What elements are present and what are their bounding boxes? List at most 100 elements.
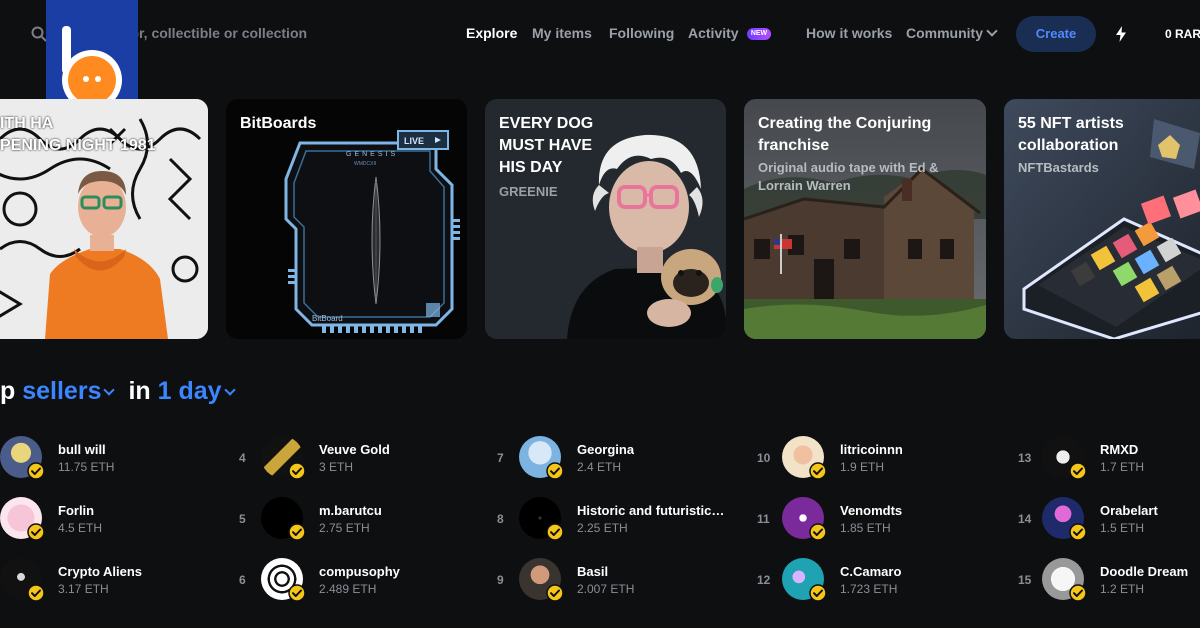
seller-name[interactable]: compusophy xyxy=(319,564,400,579)
live-tag: LIVE xyxy=(404,136,424,146)
featured-card-3[interactable]: EVERY DOG MUST HAVE HIS DAY GREENIE xyxy=(485,99,726,339)
balance-display[interactable]: 0 RAR xyxy=(1165,27,1200,41)
card-subtitle-line: Lorrain Warren xyxy=(758,178,851,193)
seller-eth-amount: 3.17 ETH xyxy=(58,582,109,596)
seller-eth-amount: 1.2 ETH xyxy=(1100,582,1145,596)
seller-eth-amount: 1.85 ETH xyxy=(840,521,891,535)
seller-name[interactable]: Venomdts xyxy=(840,503,902,518)
card-title-line: collaboration xyxy=(1018,137,1119,154)
card-title: BitBoards xyxy=(240,113,316,135)
new-badge: NEW xyxy=(747,28,771,40)
seller-name[interactable]: litricoinnn xyxy=(840,442,903,457)
seller-eth-amount: 2.75 ETH xyxy=(319,521,370,535)
seller-name[interactable]: Historic and futuristic collectibles xyxy=(577,503,725,518)
heading-prefix: p xyxy=(0,377,16,405)
seller-name[interactable]: Orabelart xyxy=(1100,503,1158,518)
verified-badge-icon xyxy=(1069,584,1087,602)
seller-rank: 9 xyxy=(497,573,504,587)
card-subtitle: GREENIE xyxy=(499,184,558,199)
chevron-down-icon xyxy=(103,384,116,396)
seller-name[interactable]: RMXD xyxy=(1100,442,1138,457)
seller-name[interactable]: Doodle Dream xyxy=(1100,564,1188,579)
card-title-line: MUST HAVE xyxy=(499,137,593,154)
search-icon[interactable] xyxy=(31,26,47,42)
heading-mid: in xyxy=(128,377,151,405)
seller-rank: 6 xyxy=(239,573,246,587)
nav-activity[interactable]: Activity xyxy=(688,25,739,41)
seller-name[interactable]: Georgina xyxy=(577,442,634,457)
card-title-line: ITH HA xyxy=(0,115,54,132)
seller-type-dropdown[interactable]: sellers xyxy=(22,377,116,405)
verified-badge-icon xyxy=(288,523,306,541)
lightning-icon[interactable] xyxy=(1114,25,1128,43)
seller-name[interactable]: Crypto Aliens xyxy=(58,564,142,579)
verified-badge-icon xyxy=(288,462,306,480)
verified-badge-icon xyxy=(288,584,306,602)
card-title-line: 55 NFT artists xyxy=(1018,115,1124,132)
nav-following[interactable]: Following xyxy=(609,25,674,41)
card-title: EVERY DOG MUST HAVE HIS DAY xyxy=(499,113,593,179)
seller-eth-amount: 2.4 ETH xyxy=(577,460,622,474)
seller-rank: 5 xyxy=(239,512,246,526)
featured-card-5[interactable]: 55 NFT artists collaboration NFTBastards xyxy=(1004,99,1200,339)
nav-explore[interactable]: Explore xyxy=(466,25,517,41)
seller-name[interactable]: Veuve Gold xyxy=(319,442,390,457)
seller-name[interactable]: Forlin xyxy=(58,503,94,518)
seller-eth-amount: 1.723 ETH xyxy=(840,582,898,596)
seller-eth-amount: 2.007 ETH xyxy=(577,582,635,596)
verified-badge-icon xyxy=(27,584,45,602)
seller-name[interactable]: bull will xyxy=(58,442,106,457)
period-dropdown[interactable]: 1 day xyxy=(157,377,236,405)
seller-rank: 8 xyxy=(497,512,504,526)
card-title: Creating the Conjuring franchise xyxy=(758,113,931,157)
seller-rank: 12 xyxy=(757,573,771,587)
verified-badge-icon xyxy=(1069,523,1087,541)
nav-my-items[interactable]: My items xyxy=(532,25,592,41)
seller-eth-amount: 3 ETH xyxy=(319,460,354,474)
seller-name[interactable]: Basil xyxy=(577,564,608,579)
verified-badge-icon xyxy=(27,523,45,541)
seller-eth-amount: 1.9 ETH xyxy=(840,460,885,474)
verified-badge-icon xyxy=(809,523,827,541)
verified-badge-icon xyxy=(809,462,827,480)
genesis-text: GENESIS xyxy=(346,151,398,158)
nav-community-label: Community xyxy=(906,25,983,41)
featured-card-4[interactable]: Creating the Conjuring franchise Origina… xyxy=(744,99,986,339)
art-code: WMDCXII xyxy=(354,161,376,167)
seller-name[interactable]: m.barutcu xyxy=(319,503,382,518)
top-header: ator, collectible or collection Explore … xyxy=(0,0,1200,68)
verified-badge-icon xyxy=(27,462,45,480)
card-subtitle-line: Original audio tape with Ed & xyxy=(758,160,939,175)
nav-community[interactable]: Community xyxy=(906,25,998,41)
featured-card-1[interactable]: ITH HA PENING NIGHT 1981 xyxy=(0,99,208,339)
period-label: 1 day xyxy=(157,377,222,405)
verified-badge-icon xyxy=(1069,462,1087,480)
seller-rank: 10 xyxy=(757,451,771,465)
top-sellers-heading: p sellers in 1 day xyxy=(0,377,236,406)
search-input[interactable]: ator, collectible or collection xyxy=(118,25,307,41)
seller-eth-amount: 1.5 ETH xyxy=(1100,521,1145,535)
card-title: ITH HA PENING NIGHT 1981 xyxy=(0,113,156,157)
seller-name[interactable]: C.Camaro xyxy=(840,564,901,579)
seller-eth-amount: 4.5 ETH xyxy=(58,521,103,535)
seller-rank: 15 xyxy=(1018,573,1032,587)
card-subtitle: Original audio tape with Ed & Lorrain Wa… xyxy=(758,159,939,195)
card-title-line: franchise xyxy=(758,137,830,154)
create-button[interactable]: Create xyxy=(1016,16,1096,52)
card-title-line: HIS DAY xyxy=(499,159,563,176)
chevron-down-icon xyxy=(986,25,998,37)
seller-rank: 11 xyxy=(757,512,770,526)
featured-card-2[interactable]: LIVE GENESIS WMDCXII BitBoard BitBoards xyxy=(226,99,467,339)
card-title-line: Creating the Conjuring xyxy=(758,115,932,132)
card-artwork-image: LIVE GENESIS WMDCXII BitBoard xyxy=(226,99,467,339)
seller-rank: 7 xyxy=(497,451,504,465)
seller-eth-amount: 2.25 ETH xyxy=(577,521,628,535)
verified-badge-icon xyxy=(809,584,827,602)
seller-eth-amount: 2.489 ETH xyxy=(319,582,377,596)
seller-eth-amount: 11.75 ETH xyxy=(58,460,115,474)
seller-rank: 14 xyxy=(1018,512,1032,526)
seller-eth-amount: 1.7 ETH xyxy=(1100,460,1145,474)
bitboard-brand-text: BitBoard xyxy=(312,314,343,323)
verified-badge-icon xyxy=(546,523,564,541)
nav-how-it-works[interactable]: How it works xyxy=(806,25,892,41)
